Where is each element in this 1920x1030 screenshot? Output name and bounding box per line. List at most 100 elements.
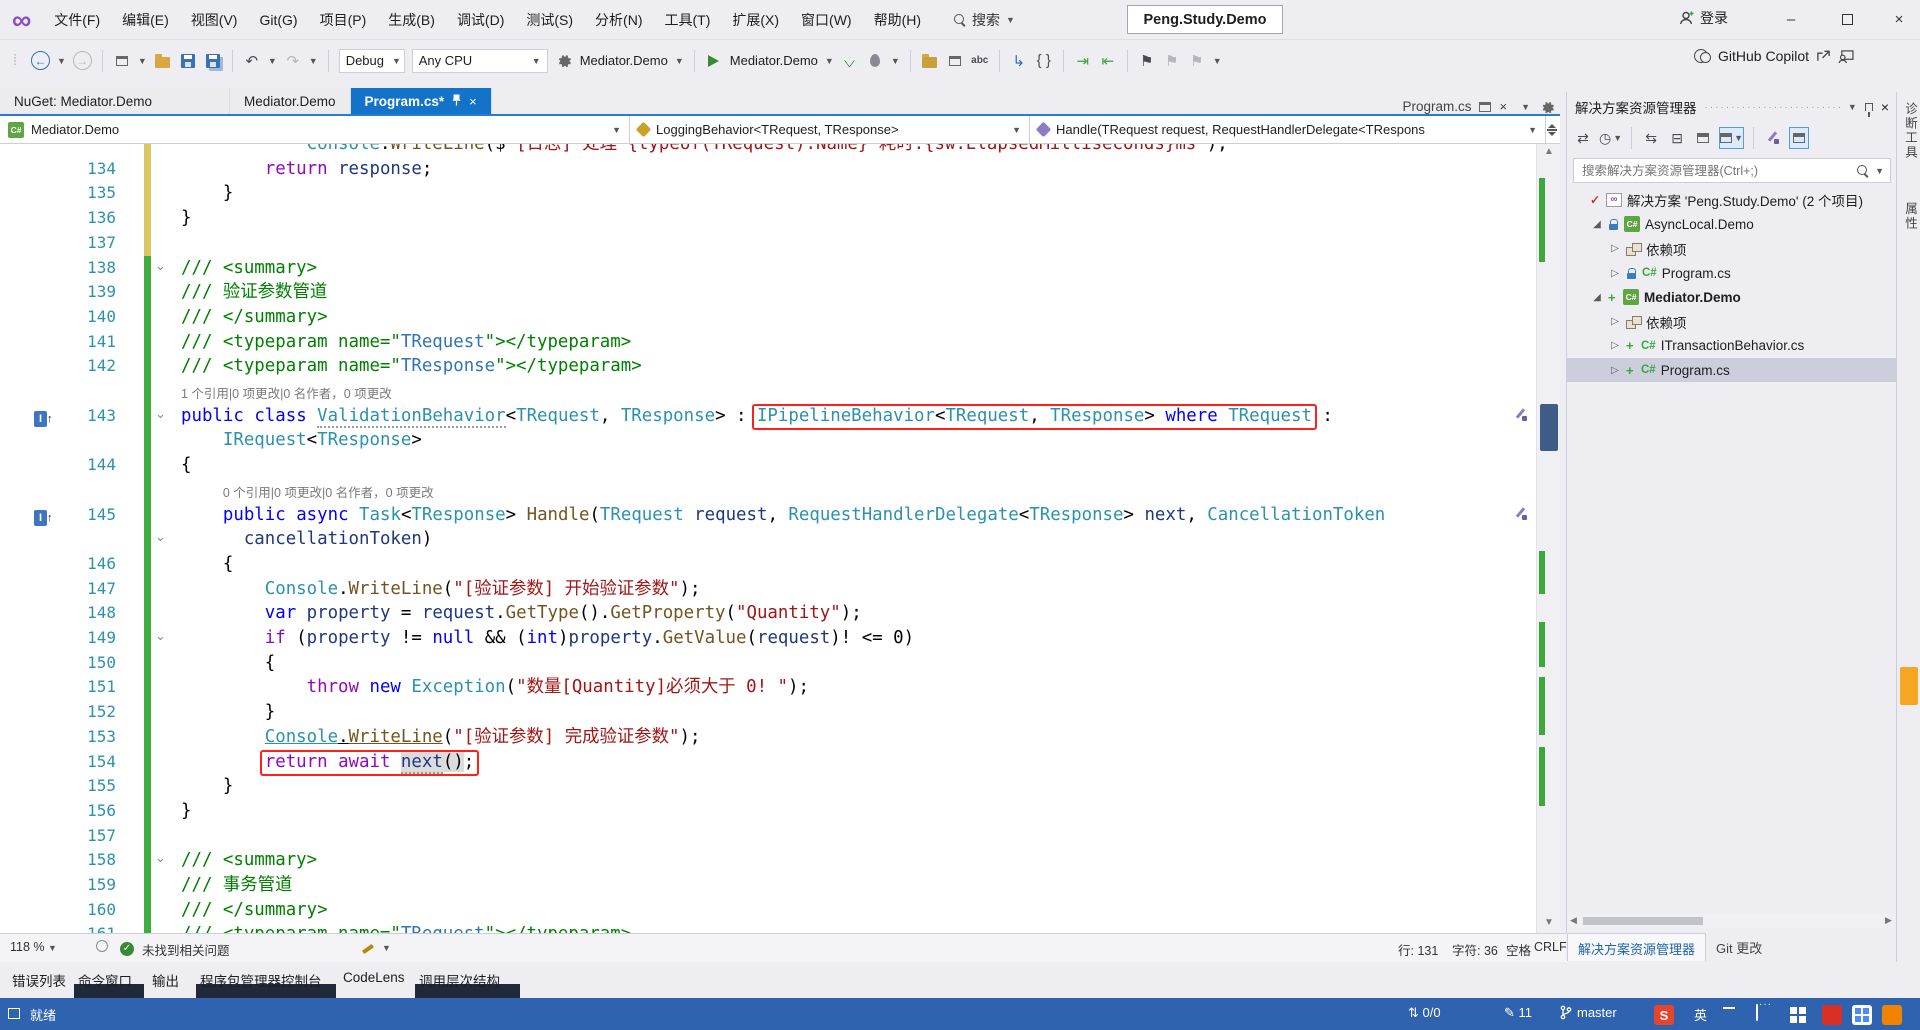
code-editor[interactable]: Console.WriteLine($"[日志] 处理 {typeof(TReq…	[0, 144, 1560, 933]
code-line[interactable]: 157	[0, 824, 1560, 849]
code-line[interactable]: 142 /// <typeparam name="TResponse"></typ…	[0, 354, 1560, 379]
code-line[interactable]: 145 I ↑ public async Task<TResponse> Handl…	[0, 503, 1560, 528]
menu-item[interactable]: 视图(V)	[180, 6, 249, 34]
code-line[interactable]: 155 }	[0, 774, 1560, 799]
new-project-dropdown-icon[interactable]: ▼	[138, 56, 147, 66]
feedback-icon[interactable]	[8, 1007, 20, 1022]
ime-grid-icon[interactable]	[1788, 1005, 1808, 1025]
tree-item[interactable]: ◢ + C# Mediator.Demo	[1567, 285, 1897, 309]
error-navigation-counter[interactable]: ⇅ 0/0	[1408, 1005, 1441, 1021]
save-icon[interactable]	[179, 50, 197, 72]
tab-close-icon[interactable]: ×	[469, 94, 477, 109]
menu-item[interactable]: 测试(S)	[515, 6, 584, 34]
tree-item[interactable]: ◢ C# AsyncLocal.Demo	[1567, 212, 1897, 236]
save-all-icon[interactable]	[204, 50, 222, 72]
panel-close-icon[interactable]: ×	[1881, 99, 1889, 115]
code-line[interactable]: 0 个引用|0 项更改|0 名作者，0 项更改	[0, 478, 1560, 503]
code-line[interactable]: 158 ⌄ /// <summary>	[0, 848, 1560, 873]
properties-icon[interactable]	[1693, 127, 1713, 149]
redo-icon[interactable]: ↷	[284, 50, 302, 72]
minimize-button[interactable]: –	[1776, 6, 1806, 32]
code-line[interactable]: IRequest<TResponse>	[0, 428, 1560, 453]
spaces-indicator[interactable]: 空格	[1506, 940, 1531, 959]
tab-options-gear-icon[interactable]	[1540, 100, 1554, 114]
code-line[interactable]: 136}	[0, 206, 1560, 231]
pending-changes-filter-icon[interactable]: ◷ ▼	[1599, 127, 1622, 149]
scrollbar-thumb[interactable]	[1583, 917, 1703, 925]
startup-project-gear-icon[interactable]	[555, 50, 573, 72]
fold-chevron-icon[interactable]: ⌄	[155, 525, 166, 550]
code-line[interactable]: 150 {	[0, 651, 1560, 676]
expand-closed-icon[interactable]: ▷	[1609, 365, 1621, 376]
code-line[interactable]: 161 /// <typeparam name="TRequest"></type…	[0, 922, 1560, 933]
switch-views-icon[interactable]: ⇄	[1573, 127, 1593, 149]
menu-item[interactable]: 项目(P)	[309, 6, 378, 34]
fold-chevron-icon[interactable]: ⌄	[155, 846, 166, 871]
startup-project-dropdown-icon[interactable]: ▼	[675, 56, 684, 66]
expand-closed-icon[interactable]: ▷	[1609, 340, 1621, 351]
panel-tab[interactable]: 调用层次结构	[419, 970, 500, 990]
tool-window-tab[interactable]: Git 更改	[1706, 933, 1772, 961]
menu-item[interactable]: 生成(B)	[377, 6, 446, 34]
code-line[interactable]: Console.WriteLine($"[日志] 处理 {typeof(TReq…	[0, 144, 1560, 157]
solution-tree[interactable]: ✓ ∞ 解决方案 'Peng.Study.Demo' (2 个项目) ◢ C# Async…	[1567, 188, 1897, 888]
close-button[interactable]: ×	[1884, 6, 1914, 32]
ime-language-indicator[interactable]: 英	[1694, 1005, 1707, 1024]
tray-blue-grid-icon[interactable]	[1852, 1005, 1872, 1025]
expand-closed-icon[interactable]: ▷	[1609, 316, 1621, 327]
github-copilot-badge[interactable]: GitHub Copilot	[1694, 48, 1854, 64]
navigate-backward-icon[interactable]: ←	[31, 51, 50, 70]
code-line[interactable]: 160 /// </summary>	[0, 898, 1560, 923]
tree-item[interactable]: ▷ C# Program.cs	[1567, 261, 1897, 285]
redo-dropdown-icon[interactable]: ▼	[309, 56, 318, 66]
code-line[interactable]: 139 /// 验证参数管道	[0, 280, 1560, 305]
expand-closed-icon[interactable]: ▷	[1609, 243, 1621, 254]
sign-in-button[interactable]: 登录	[1678, 8, 1728, 28]
navigate-backward-dropdown-icon[interactable]: ▼	[57, 56, 66, 66]
undo-icon[interactable]: ↶	[243, 50, 261, 72]
code-line[interactable]: 152 }	[0, 700, 1560, 725]
code-line[interactable]: 146 {	[0, 552, 1560, 577]
toolbar-overflow-icon[interactable]: ▼	[1213, 56, 1222, 66]
line-indicator[interactable]: 行: 131	[1398, 940, 1438, 959]
run-dropdown-icon[interactable]: ▼	[825, 56, 834, 66]
document-tab[interactable]: NuGet: Mediator.Demo	[0, 88, 230, 114]
solution-explorer-header[interactable]: 解决方案资源管理器 ······························…	[1567, 92, 1897, 122]
fold-chevron-icon[interactable]: ⌄	[155, 254, 166, 279]
menu-item[interactable]: 工具(T)	[653, 6, 721, 34]
code-line[interactable]: 137	[0, 231, 1560, 256]
tool-window-tab[interactable]: 解决方案资源管理器	[1567, 933, 1707, 961]
breadcrumb-member-dropdown[interactable]: Handle(TRequest request, RequestHandlerD…	[1030, 116, 1545, 143]
code-line[interactable]: 147 Console.WriteLine("[验证参数] 开始验证参数");	[0, 577, 1560, 602]
collapse-all-icon[interactable]: ⊟	[1667, 127, 1687, 149]
share-icon[interactable]	[1816, 49, 1831, 63]
code-line[interactable]: 154 return await next();	[0, 749, 1560, 776]
run-target-label[interactable]: Mediator.Demo	[730, 53, 818, 68]
hot-reload-icon[interactable]	[866, 50, 884, 72]
menu-item[interactable]: Git(G)	[248, 8, 308, 32]
quick-action-icon[interactable]	[1514, 507, 1528, 521]
menu-item[interactable]: 文件(F)	[43, 6, 111, 34]
sogou-input-icon[interactable]: S	[1654, 1005, 1674, 1025]
code-line[interactable]: ⌄ cancellationToken)	[0, 527, 1560, 552]
code-line[interactable]: 135 }	[0, 181, 1560, 206]
pending-changes-indicator[interactable]: ✎ 11	[1504, 1005, 1532, 1021]
maximize-button[interactable]	[1832, 6, 1862, 32]
code-line[interactable]: 156}	[0, 799, 1560, 824]
panel-tab[interactable]: 命令窗口	[78, 970, 132, 990]
panel-tab[interactable]: 输出	[152, 970, 179, 990]
startup-project-label[interactable]: Mediator.Demo	[580, 53, 668, 68]
tree-item[interactable]: ▷ 依赖项	[1567, 310, 1897, 334]
bookmark-icon[interactable]: ⚑	[1138, 50, 1156, 72]
code-line[interactable]: 148 var property = request.GetType().Get…	[0, 601, 1560, 626]
document-tab[interactable]: Program.cs* ×	[350, 88, 492, 114]
person-window-icon[interactable]	[1838, 49, 1854, 63]
scroll-left-icon[interactable]: ◀	[1570, 915, 1577, 926]
side-tab[interactable]: 属性	[1901, 202, 1920, 231]
wrench-icon[interactable]	[1763, 127, 1783, 149]
solution-explorer-search[interactable]: ▼	[1573, 158, 1891, 183]
inheritance-margin-icon[interactable]: I ↑	[34, 407, 58, 427]
go-to-definition-icon[interactable]: ↳	[1010, 50, 1028, 72]
solution-explorer-search-input[interactable]	[1580, 162, 1852, 179]
scrollbar-up-icon[interactable]: ▲	[1544, 146, 1554, 157]
